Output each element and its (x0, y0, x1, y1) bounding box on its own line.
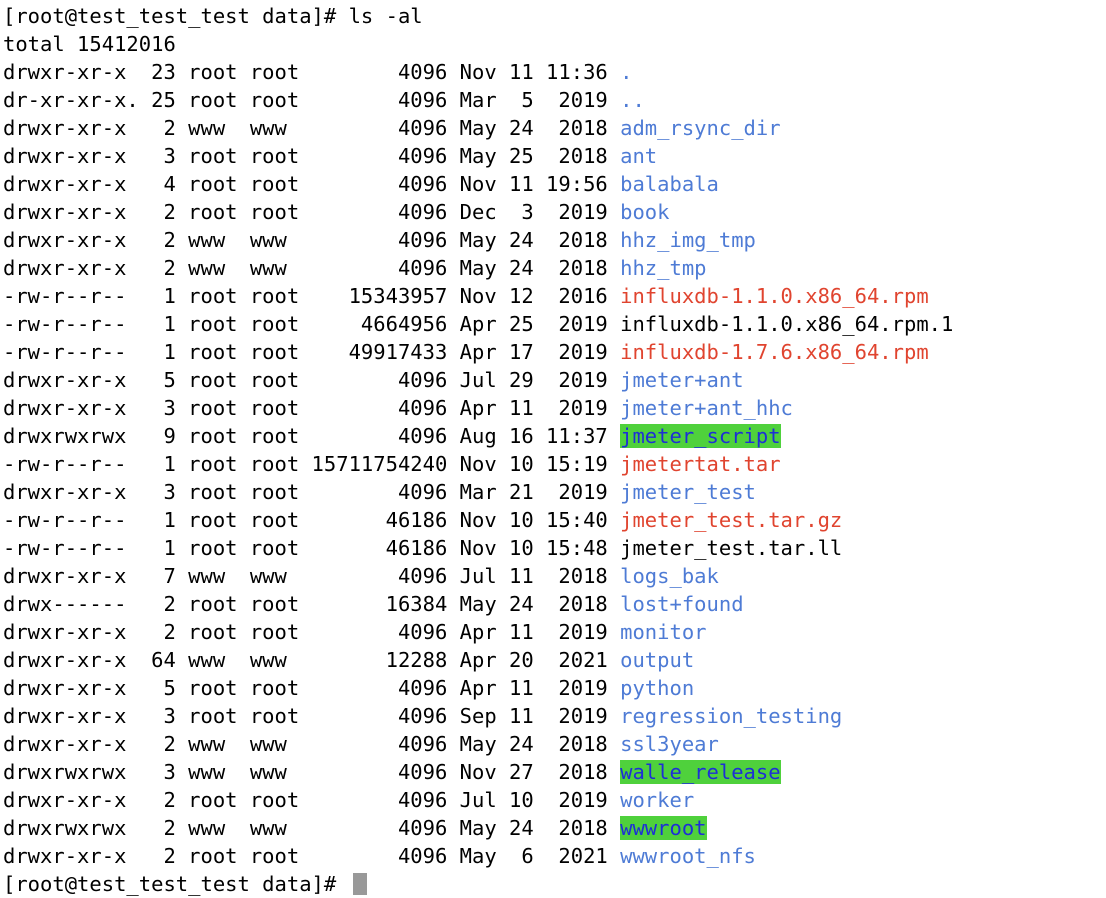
entry-meta: drwxr-xr-x 4 root root 4096 Nov 11 19:56 (3, 172, 621, 196)
entry-meta: -rw-r--r-- 1 root root 46186 Nov 10 15:4… (3, 508, 621, 532)
listing-row: drwxrwxrwx 9 root root 4096 Aug 16 11:37… (3, 422, 1103, 450)
listing-row: drwxr-xr-x 3 root root 4096 May 25 2018 … (3, 142, 1103, 170)
entry-name: .. (620, 88, 645, 112)
command-text: ls -al (348, 4, 423, 28)
entry-meta: drwxr-xr-x 2 root root 4096 Dec 3 2019 (3, 200, 621, 224)
entry-name: output (620, 648, 695, 672)
terminal-output[interactable]: [root@test_test_test data]# ls -al total… (3, 2, 1103, 898)
total-line: total 15412016 (3, 32, 176, 56)
listing-row: drwxr-xr-x 2 root root 4096 Apr 11 2019 … (3, 618, 1103, 646)
entry-name: jmeter_test (620, 480, 756, 504)
entry-name: balabala (620, 172, 719, 196)
entry-name: wwwroot (620, 816, 707, 840)
entry-meta: drwxr-xr-x 3 root root 4096 Sep 11 2019 (3, 704, 621, 728)
listing-row: drwxr-xr-x 2 root root 4096 Jul 10 2019 … (3, 786, 1103, 814)
entry-name: jmeter_test.tar.ll (620, 536, 843, 560)
command-line: [root@test_test_test data]# ls -al (3, 2, 1103, 30)
entry-meta: drwxr-xr-x 2 www www 4096 May 24 2018 (3, 228, 621, 252)
shell-prompt: [root@test_test_test data]# (3, 4, 349, 28)
entry-meta: drwxr-xr-x 5 root root 4096 Jul 29 2019 (3, 368, 621, 392)
entry-name: influxdb-1.1.0.x86_64.rpm.1 (620, 312, 954, 336)
shell-prompt: [root@test_test_test data]# (3, 872, 349, 896)
listing-row: -rw-r--r-- 1 root root 4664956 Apr 25 20… (3, 310, 1103, 338)
entry-meta: drwxr-xr-x 2 root root 4096 May 6 2021 (3, 844, 621, 868)
listing-row: drwxr-xr-x 5 root root 4096 Jul 29 2019 … (3, 366, 1103, 394)
listing-row: drwxr-xr-x 3 root root 4096 Mar 21 2019 … (3, 478, 1103, 506)
entry-name: regression_testing (620, 704, 843, 728)
listing-row: drwxr-xr-x 64 www www 12288 Apr 20 2021 … (3, 646, 1103, 674)
listing-row: drwxr-xr-x 5 root root 4096 Apr 11 2019 … (3, 674, 1103, 702)
entry-meta: -rw-r--r-- 1 root root 46186 Nov 10 15:4… (3, 536, 621, 560)
entry-name: adm_rsync_dir (620, 116, 781, 140)
listing-row: drwxr-xr-x 2 root root 4096 Dec 3 2019 b… (3, 198, 1103, 226)
listing-row: drwxr-xr-x 2 www www 4096 May 24 2018 ad… (3, 114, 1103, 142)
entry-name: jmeter_script (620, 424, 781, 448)
entry-meta: drwxrwxrwx 9 root root 4096 Aug 16 11:37 (3, 424, 621, 448)
entry-meta: drwx------ 2 root root 16384 May 24 2018 (3, 592, 621, 616)
listing-row: drwx------ 2 root root 16384 May 24 2018… (3, 590, 1103, 618)
entry-meta: -rw-r--r-- 1 root root 15343957 Nov 12 2… (3, 284, 621, 308)
listing-row: drwxr-xr-x 3 root root 4096 Apr 11 2019 … (3, 394, 1103, 422)
entry-name: . (620, 60, 633, 84)
listing-row: drwxr-xr-x 3 root root 4096 Sep 11 2019 … (3, 702, 1103, 730)
listing-row: -rw-r--r-- 1 root root 15343957 Nov 12 2… (3, 282, 1103, 310)
block-cursor-icon (352, 873, 367, 895)
entry-meta: drwxr-xr-x 2 www www 4096 May 24 2018 (3, 256, 621, 280)
listing-row: drwxrwxrwx 3 www www 4096 Nov 27 2018 wa… (3, 758, 1103, 786)
listing-row: -rw-r--r-- 1 root root 49917433 Apr 17 2… (3, 338, 1103, 366)
entry-meta: drwxr-xr-x 3 root root 4096 Apr 11 2019 (3, 396, 621, 420)
listing-row: drwxr-xr-x 2 root root 4096 May 6 2021 w… (3, 842, 1103, 870)
entry-name: worker (620, 788, 695, 812)
entry-name: jmeter+ant_hhc (620, 396, 793, 420)
entry-name: logs_bak (620, 564, 719, 588)
listing-row: -rw-r--r-- 1 root root 46186 Nov 10 15:4… (3, 506, 1103, 534)
entry-meta: drwxr-xr-x 2 www www 4096 May 24 2018 (3, 116, 621, 140)
listing: drwxr-xr-x 23 root root 4096 Nov 11 11:3… (3, 58, 1103, 870)
entry-name: python (620, 676, 695, 700)
entry-meta: drwxr-xr-x 2 www www 4096 May 24 2018 (3, 732, 621, 756)
listing-row: drwxr-xr-x 2 www www 4096 May 24 2018 hh… (3, 254, 1103, 282)
entry-meta: drwxr-xr-x 3 root root 4096 Mar 21 2019 (3, 480, 621, 504)
listing-row: -rw-r--r-- 1 root root 46186 Nov 10 15:4… (3, 534, 1103, 562)
entry-meta: -rw-r--r-- 1 root root 49917433 Apr 17 2… (3, 340, 621, 364)
entry-name: wwwroot_nfs (620, 844, 756, 868)
listing-row: dr-xr-xr-x. 25 root root 4096 Mar 5 2019… (3, 86, 1103, 114)
listing-row: drwxr-xr-x 2 www www 4096 May 24 2018 hh… (3, 226, 1103, 254)
entry-name: jmeter_test.tar.gz (620, 508, 843, 532)
entry-name: influxdb-1.7.6.x86_64.rpm (620, 340, 929, 364)
listing-row: drwxr-xr-x 2 www www 4096 May 24 2018 ss… (3, 730, 1103, 758)
entry-meta: drwxr-xr-x 2 root root 4096 Apr 11 2019 (3, 620, 621, 644)
entry-name: hhz_img_tmp (620, 228, 756, 252)
listing-row: drwxr-xr-x 23 root root 4096 Nov 11 11:3… (3, 58, 1103, 86)
entry-name: ssl3year (620, 732, 719, 756)
entry-name: monitor (620, 620, 707, 644)
entry-name: book (620, 200, 670, 224)
entry-name: walle_release (620, 760, 781, 784)
entry-meta: drwxr-xr-x 23 root root 4096 Nov 11 11:3… (3, 60, 621, 84)
entry-meta: drwxrwxrwx 2 www www 4096 May 24 2018 (3, 816, 621, 840)
listing-row: drwxr-xr-x 4 root root 4096 Nov 11 19:56… (3, 170, 1103, 198)
listing-row: drwxrwxrwx 2 www www 4096 May 24 2018 ww… (3, 814, 1103, 842)
entry-name: jmetertat.tar (620, 452, 781, 476)
entry-meta: drwxrwxrwx 3 www www 4096 Nov 27 2018 (3, 760, 621, 784)
entry-meta: drwxr-xr-x 7 www www 4096 Jul 11 2018 (3, 564, 621, 588)
entry-meta: drwxr-xr-x 3 root root 4096 May 25 2018 (3, 144, 621, 168)
entry-meta: drwxr-xr-x 64 www www 12288 Apr 20 2021 (3, 648, 621, 672)
entry-name: ant (620, 144, 658, 168)
listing-row: drwxr-xr-x 7 www www 4096 Jul 11 2018 lo… (3, 562, 1103, 590)
entry-meta: -rw-r--r-- 1 root root 15711754240 Nov 1… (3, 452, 621, 476)
entry-name: hhz_tmp (620, 256, 707, 280)
entry-meta: dr-xr-xr-x. 25 root root 4096 Mar 5 2019 (3, 88, 621, 112)
entry-name: influxdb-1.1.0.x86_64.rpm (620, 284, 929, 308)
entry-meta: drwxr-xr-x 5 root root 4096 Apr 11 2019 (3, 676, 621, 700)
listing-row: -rw-r--r-- 1 root root 15711754240 Nov 1… (3, 450, 1103, 478)
entry-name: jmeter+ant (620, 368, 744, 392)
entry-meta: -rw-r--r-- 1 root root 4664956 Apr 25 20… (3, 312, 621, 336)
entry-name: lost+found (620, 592, 744, 616)
entry-meta: drwxr-xr-x 2 root root 4096 Jul 10 2019 (3, 788, 621, 812)
